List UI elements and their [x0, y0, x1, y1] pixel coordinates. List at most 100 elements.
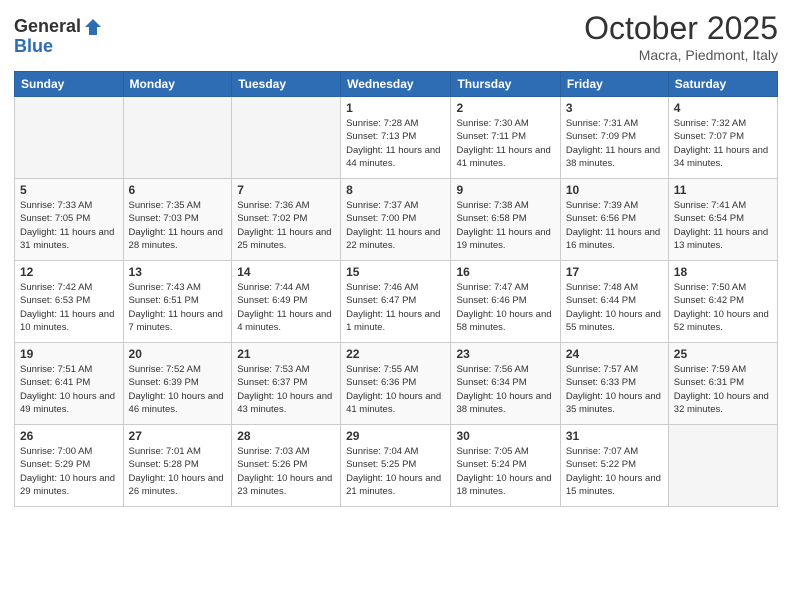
table-row: 15 Sunrise: 7:46 AM Sunset: 6:47 PM Dayli…: [341, 261, 451, 343]
logo-icon: [83, 17, 103, 37]
week-row-2: 5 Sunrise: 7:33 AM Sunset: 7:05 PM Daylig…: [15, 179, 778, 261]
day-info: Sunrise: 7:56 AM Sunset: 6:34 PM Dayligh…: [456, 363, 554, 416]
title-location: Macra, Piedmont, Italy: [584, 47, 778, 63]
table-row: 18 Sunrise: 7:50 AM Sunset: 6:42 PM Dayli…: [668, 261, 777, 343]
col-saturday: Saturday: [668, 72, 777, 97]
day-number: 28: [237, 429, 335, 443]
day-info: Sunrise: 7:44 AM Sunset: 6:49 PM Dayligh…: [237, 281, 335, 334]
day-number: 15: [346, 265, 445, 279]
table-row: [232, 97, 341, 179]
day-number: 8: [346, 183, 445, 197]
day-info: Sunrise: 7:48 AM Sunset: 6:44 PM Dayligh…: [566, 281, 663, 334]
day-info: Sunrise: 7:36 AM Sunset: 7:02 PM Dayligh…: [237, 199, 335, 252]
day-number: 5: [20, 183, 118, 197]
day-number: 1: [346, 101, 445, 115]
table-row: 19Sunrise: 7:51 AM Sunset: 6:41 PM Dayli…: [15, 343, 124, 425]
table-row: 4 Sunrise: 7:32 AM Sunset: 7:07 PM Daylig…: [668, 97, 777, 179]
day-number: 6: [129, 183, 227, 197]
table-row: [668, 425, 777, 507]
day-number: 31: [566, 429, 663, 443]
day-info: Sunrise: 7:07 AM Sunset: 5:22 PM Dayligh…: [566, 445, 663, 498]
day-number: 12: [20, 265, 118, 279]
day-info: Sunrise: 7:57 AM Sunset: 6:33 PM Dayligh…: [566, 363, 663, 416]
day-info: Sunrise: 7:35 AM Sunset: 7:03 PM Dayligh…: [129, 199, 227, 252]
day-number: 19: [20, 347, 118, 361]
table-row: 6 Sunrise: 7:35 AM Sunset: 7:03 PM Daylig…: [123, 179, 232, 261]
table-row: 1Sunrise: 7:28 AM Sunset: 7:13 PM Daylig…: [341, 97, 451, 179]
table-row: 28 Sunrise: 7:03 AM Sunset: 5:26 PM Dayli…: [232, 425, 341, 507]
logo: General Blue: [14, 17, 103, 57]
day-info: Sunrise: 7:59 AM Sunset: 6:31 PM Dayligh…: [674, 363, 772, 416]
table-row: 25 Sunrise: 7:59 AM Sunset: 6:31 PM Dayli…: [668, 343, 777, 425]
calendar-table: Sunday Monday Tuesday Wednesday Thursday…: [14, 71, 778, 507]
table-row: 8Sunrise: 7:37 AM Sunset: 7:00 PM Daylig…: [341, 179, 451, 261]
day-info: Sunrise: 7:52 AM Sunset: 6:39 PM Dayligh…: [129, 363, 227, 416]
table-row: 22 Sunrise: 7:55 AM Sunset: 6:36 PM Dayli…: [341, 343, 451, 425]
day-info: Sunrise: 7:42 AM Sunset: 6:53 PM Dayligh…: [20, 281, 118, 334]
day-number: 23: [456, 347, 554, 361]
table-row: 30 Sunrise: 7:05 AM Sunset: 5:24 PM Dayli…: [451, 425, 560, 507]
day-number: 10: [566, 183, 663, 197]
table-row: 14Sunrise: 7:44 AM Sunset: 6:49 PM Dayli…: [232, 261, 341, 343]
logo-general: General: [14, 17, 81, 37]
day-number: 27: [129, 429, 227, 443]
day-info: Sunrise: 7:00 AM Sunset: 5:29 PM Dayligh…: [20, 445, 118, 498]
day-info: Sunrise: 7:43 AM Sunset: 6:51 PM Dayligh…: [129, 281, 227, 334]
day-info: Sunrise: 7:32 AM Sunset: 7:07 PM Dayligh…: [674, 117, 772, 170]
week-row-4: 19Sunrise: 7:51 AM Sunset: 6:41 PM Dayli…: [15, 343, 778, 425]
table-row: 2Sunrise: 7:30 AM Sunset: 7:11 PM Daylig…: [451, 97, 560, 179]
table-row: 21 Sunrise: 7:53 AM Sunset: 6:37 PM Dayli…: [232, 343, 341, 425]
day-number: 3: [566, 101, 663, 115]
col-tuesday: Tuesday: [232, 72, 341, 97]
week-row-3: 12 Sunrise: 7:42 AM Sunset: 6:53 PM Dayli…: [15, 261, 778, 343]
day-info: Sunrise: 7:31 AM Sunset: 7:09 PM Dayligh…: [566, 117, 663, 170]
table-row: 20 Sunrise: 7:52 AM Sunset: 6:39 PM Dayli…: [123, 343, 232, 425]
day-info: Sunrise: 7:38 AM Sunset: 6:58 PM Dayligh…: [456, 199, 554, 252]
table-row: 12 Sunrise: 7:42 AM Sunset: 6:53 PM Dayli…: [15, 261, 124, 343]
week-row-5: 26Sunrise: 7:00 AM Sunset: 5:29 PM Dayli…: [15, 425, 778, 507]
day-number: 30: [456, 429, 554, 443]
day-info: Sunrise: 7:47 AM Sunset: 6:46 PM Dayligh…: [456, 281, 554, 334]
day-number: 25: [674, 347, 772, 361]
day-info: Sunrise: 7:41 AM Sunset: 6:54 PM Dayligh…: [674, 199, 772, 252]
header: General Blue October 2025 Macra, Piedmon…: [14, 10, 778, 63]
day-number: 2: [456, 101, 554, 115]
day-number: 20: [129, 347, 227, 361]
day-info: Sunrise: 7:50 AM Sunset: 6:42 PM Dayligh…: [674, 281, 772, 334]
table-row: 13 Sunrise: 7:43 AM Sunset: 6:51 PM Dayli…: [123, 261, 232, 343]
day-info: Sunrise: 7:55 AM Sunset: 6:36 PM Dayligh…: [346, 363, 445, 416]
col-wednesday: Wednesday: [341, 72, 451, 97]
table-row: 9 Sunrise: 7:38 AM Sunset: 6:58 PM Daylig…: [451, 179, 560, 261]
table-row: 23 Sunrise: 7:56 AM Sunset: 6:34 PM Dayli…: [451, 343, 560, 425]
day-info: Sunrise: 7:46 AM Sunset: 6:47 PM Dayligh…: [346, 281, 445, 334]
table-row: 27 Sunrise: 7:01 AM Sunset: 5:28 PM Dayli…: [123, 425, 232, 507]
day-info: Sunrise: 7:03 AM Sunset: 5:26 PM Dayligh…: [237, 445, 335, 498]
day-info: Sunrise: 7:53 AM Sunset: 6:37 PM Dayligh…: [237, 363, 335, 416]
table-row: 17 Sunrise: 7:48 AM Sunset: 6:44 PM Dayli…: [560, 261, 668, 343]
day-number: 11: [674, 183, 772, 197]
day-info: Sunrise: 7:33 AM Sunset: 7:05 PM Dayligh…: [20, 199, 118, 252]
table-row: 29Sunrise: 7:04 AM Sunset: 5:25 PM Dayli…: [341, 425, 451, 507]
day-number: 21: [237, 347, 335, 361]
table-row: 26Sunrise: 7:00 AM Sunset: 5:29 PM Dayli…: [15, 425, 124, 507]
table-row: [15, 97, 124, 179]
day-number: 4: [674, 101, 772, 115]
day-number: 13: [129, 265, 227, 279]
title-month: October 2025: [584, 10, 778, 47]
day-number: 18: [674, 265, 772, 279]
table-row: 7 Sunrise: 7:36 AM Sunset: 7:02 PM Daylig…: [232, 179, 341, 261]
day-info: Sunrise: 7:04 AM Sunset: 5:25 PM Dayligh…: [346, 445, 445, 498]
table-row: [123, 97, 232, 179]
day-info: Sunrise: 7:01 AM Sunset: 5:28 PM Dayligh…: [129, 445, 227, 498]
day-number: 17: [566, 265, 663, 279]
col-sunday: Sunday: [15, 72, 124, 97]
day-number: 7: [237, 183, 335, 197]
col-monday: Monday: [123, 72, 232, 97]
day-number: 22: [346, 347, 445, 361]
table-row: 3 Sunrise: 7:31 AM Sunset: 7:09 PM Daylig…: [560, 97, 668, 179]
page: General Blue October 2025 Macra, Piedmon…: [0, 0, 792, 612]
day-info: Sunrise: 7:05 AM Sunset: 5:24 PM Dayligh…: [456, 445, 554, 498]
title-block: October 2025 Macra, Piedmont, Italy: [584, 10, 778, 63]
col-thursday: Thursday: [451, 72, 560, 97]
day-number: 9: [456, 183, 554, 197]
